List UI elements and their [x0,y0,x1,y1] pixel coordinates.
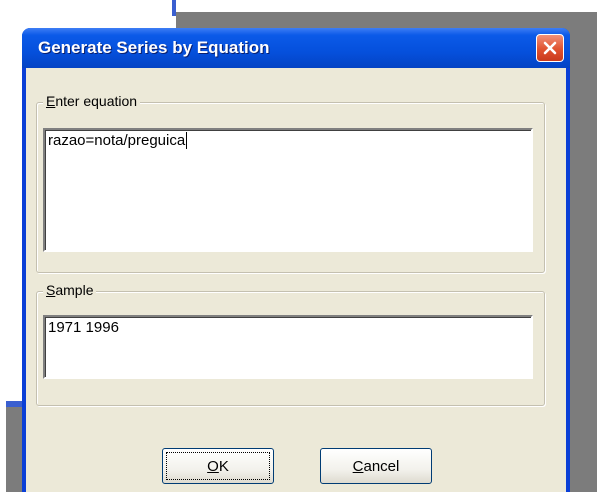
equation-input[interactable]: razao=nota/preguica [43,128,533,252]
cancel-button[interactable]: Cancel [320,448,432,484]
sample-value: 1971 1996 [48,319,119,336]
dialog-title: Generate Series by Equation [38,38,270,57]
ok-label: OK [207,457,229,475]
ok-button[interactable]: OK [162,448,274,484]
cancel-label: Cancel [352,457,400,475]
dialog-body: Enter equation razao=nota/preguica Sampl… [26,68,566,492]
sample-input[interactable]: 1971 1996 [43,315,533,379]
equation-group: Enter equation razao=nota/preguica [36,93,545,273]
sample-group: Sample 1971 1996 [36,282,545,406]
dialog-titlebar[interactable]: Generate Series by Equation [22,28,570,68]
close-button[interactable] [536,34,564,62]
close-icon [543,41,557,55]
text-caret [186,132,188,149]
equation-value: razao=nota/preguica [48,132,186,149]
generate-series-dialog: Generate Series by Equation Enter equati… [22,28,570,492]
sample-label: Sample [43,282,97,298]
equation-label: Enter equation [43,93,141,109]
